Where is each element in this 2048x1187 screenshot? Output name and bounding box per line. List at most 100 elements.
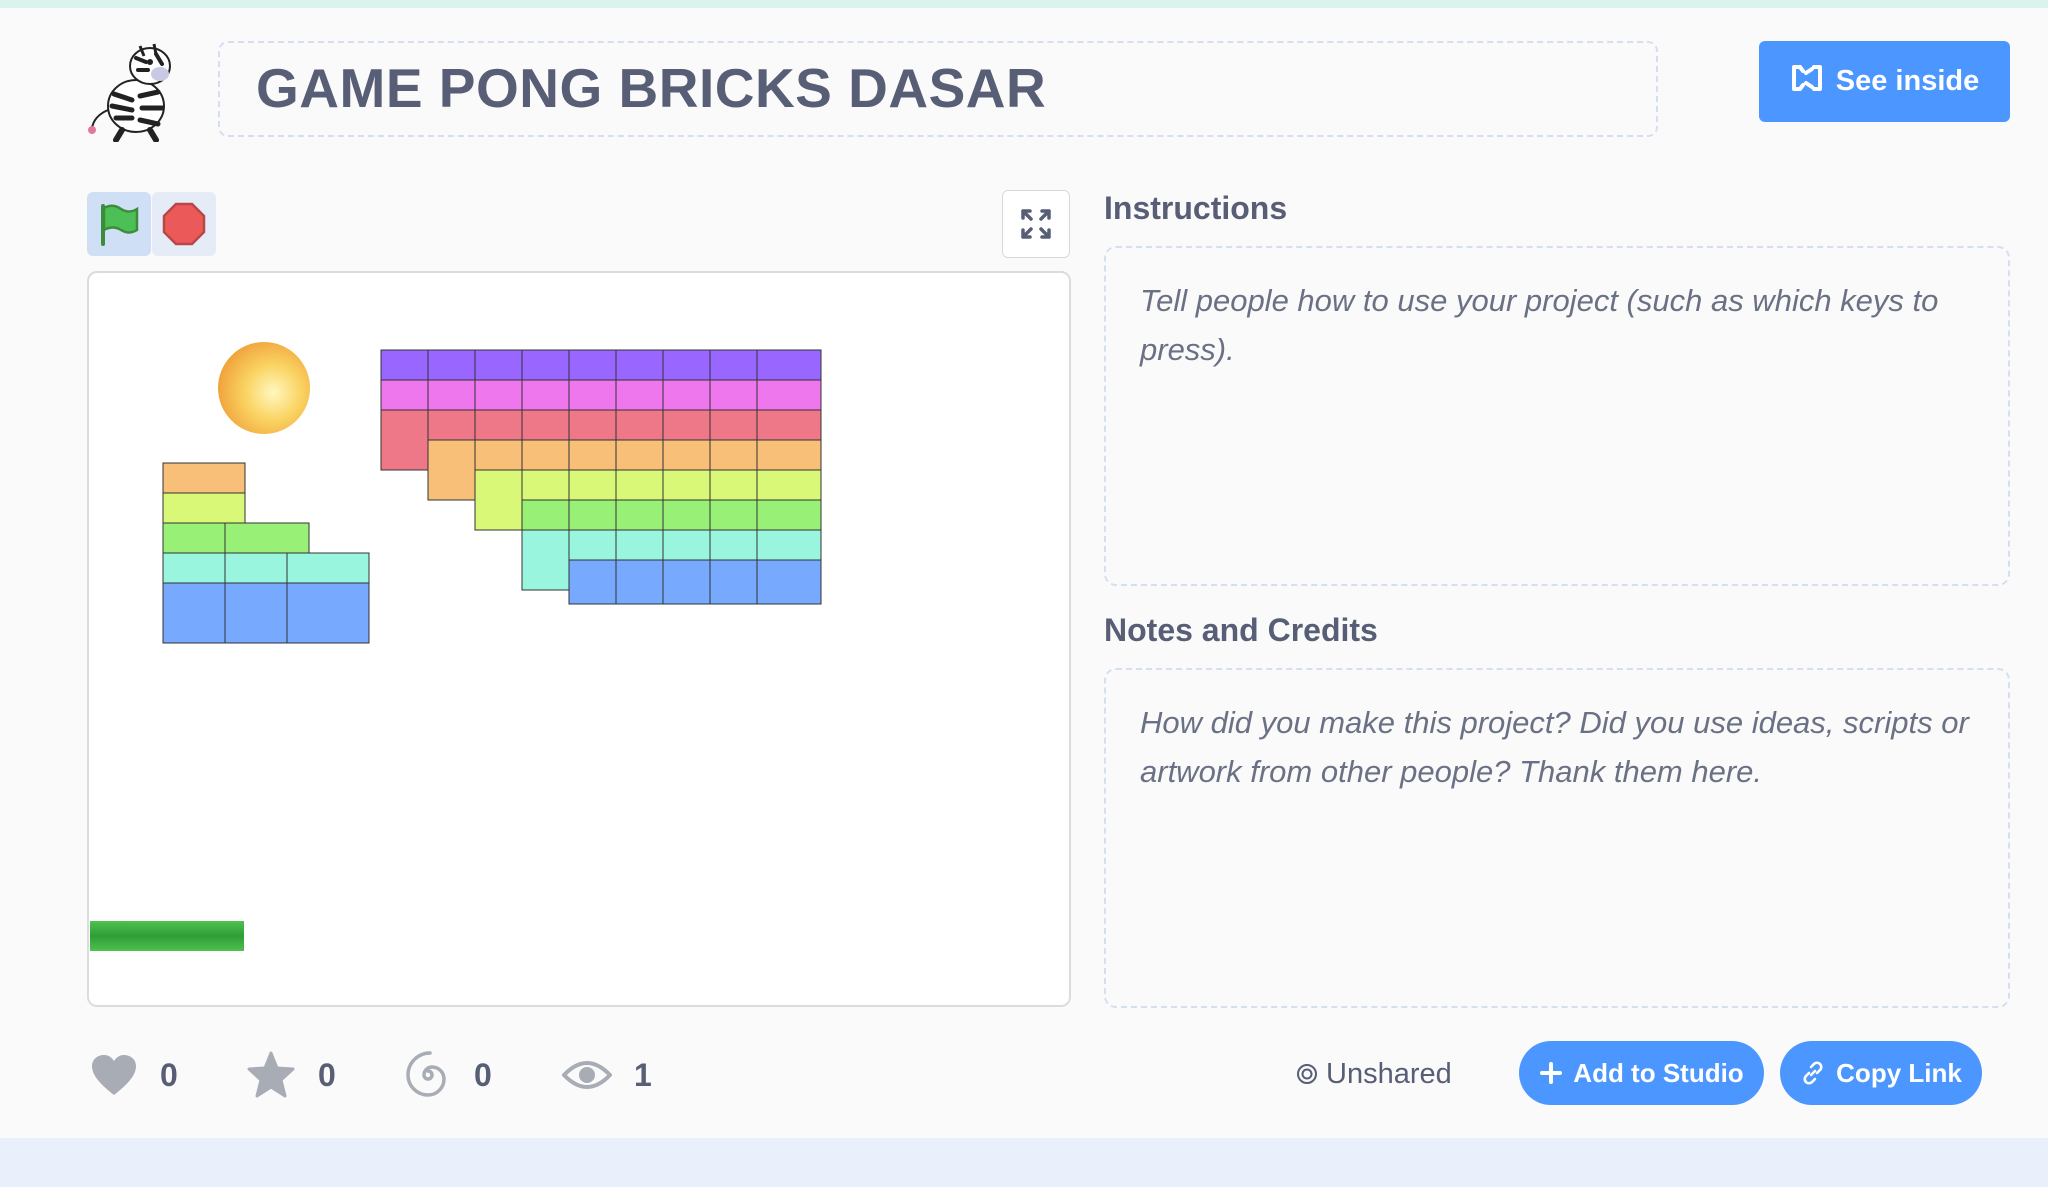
project-stage[interactable] (87, 271, 1071, 1007)
star-icon (247, 1051, 295, 1098)
brick (662, 439, 711, 471)
brick (756, 439, 822, 471)
brick (521, 349, 570, 381)
brick (709, 439, 758, 471)
views-count: 1 (634, 1056, 652, 1093)
brick (380, 379, 429, 411)
paddle-sprite (90, 921, 244, 951)
project-title: GAME PONG BRICKS DASAR (256, 57, 1047, 119)
brick (709, 559, 758, 605)
brick (427, 379, 476, 411)
brick (568, 529, 617, 561)
see-inside-icon (1790, 63, 1824, 101)
ball-sprite (218, 342, 310, 434)
views-stat: 1 (562, 1050, 652, 1100)
remixes-stat: 0 (404, 1050, 492, 1100)
remixes-count: 0 (474, 1056, 492, 1093)
notes-label: Notes and Credits (1104, 612, 1378, 648)
green-flag-icon[interactable] (87, 192, 151, 256)
brick (427, 409, 476, 441)
brick (756, 409, 822, 441)
brick (709, 499, 758, 531)
see-inside-button[interactable]: See inside (1759, 41, 2010, 122)
brick (380, 349, 429, 381)
brick (615, 499, 664, 531)
brick (756, 499, 822, 531)
brick (568, 379, 617, 411)
brick (709, 379, 758, 411)
share-status-label: Unshared (1326, 1057, 1452, 1090)
add-to-studio-label: Add to Studio (1573, 1057, 1744, 1088)
brick (662, 499, 711, 531)
brick (568, 349, 617, 381)
copy-link-button[interactable]: Copy Link (1780, 1041, 1982, 1105)
left-brick-cluster (162, 462, 370, 644)
brick (756, 379, 822, 411)
brick (662, 559, 711, 605)
plus-icon (1540, 1062, 1563, 1084)
brick (662, 409, 711, 441)
brick (568, 559, 617, 605)
fullscreen-icon[interactable] (1002, 190, 1070, 258)
share-status: Unshared (1296, 1052, 1452, 1096)
brick (662, 529, 711, 561)
brick (521, 409, 570, 441)
brick (568, 409, 617, 441)
brick (615, 409, 664, 441)
brick (474, 439, 523, 471)
brick (615, 349, 664, 381)
brick (709, 409, 758, 441)
brick (615, 529, 664, 561)
loves-stat[interactable]: 0 (90, 1050, 178, 1100)
brick (756, 349, 822, 381)
brick (380, 409, 429, 471)
brick (709, 529, 758, 561)
brick (568, 499, 617, 531)
brick (521, 469, 570, 501)
brick (756, 559, 822, 605)
loves-count: 0 (160, 1056, 178, 1093)
unshared-icon (1297, 1064, 1317, 1084)
stop-sign-icon[interactable] (152, 192, 216, 256)
instructions-placeholder: Tell people how to use your project (suc… (1140, 283, 1939, 367)
brick (521, 379, 570, 411)
brick (615, 439, 664, 471)
brick (756, 529, 822, 561)
brick (427, 349, 476, 381)
copy-link-label: Copy Link (1836, 1057, 1962, 1088)
brick (474, 349, 523, 381)
brick (756, 469, 822, 501)
remix-spiral-icon (406, 1051, 446, 1097)
brick (709, 349, 758, 381)
brick (662, 349, 711, 381)
see-inside-label: See inside (1835, 65, 1980, 97)
brick (474, 409, 523, 441)
top-accent-strip (0, 0, 2048, 8)
brick (615, 469, 664, 501)
brick-wall (380, 349, 822, 605)
brick (615, 559, 664, 605)
instructions-label: Instructions (1104, 190, 1288, 226)
brick (521, 499, 570, 531)
brick (615, 379, 664, 411)
brick (568, 439, 617, 471)
brick (568, 469, 617, 501)
zebra-avatar-icon[interactable] (84, 36, 190, 143)
favorites-stat[interactable]: 0 (246, 1050, 336, 1100)
brick (521, 439, 570, 471)
add-to-studio-button[interactable]: Add to Studio (1519, 1041, 1764, 1105)
brick (662, 469, 711, 501)
instructions-field[interactable]: Tell people how to use your project (suc… (1104, 246, 2010, 586)
favorites-count: 0 (318, 1056, 336, 1093)
brick (474, 379, 523, 411)
project-title-field[interactable]: GAME PONG BRICKS DASAR (218, 41, 1658, 137)
notes-placeholder: How did you make this project? Did you u… (1140, 705, 1969, 789)
brick (662, 379, 711, 411)
notes-field[interactable]: How did you make this project? Did you u… (1104, 668, 2010, 1008)
brick (521, 529, 570, 591)
brick (427, 439, 476, 501)
link-icon (1803, 1061, 1823, 1085)
brick (474, 469, 523, 531)
heart-icon (92, 1055, 136, 1095)
eye-icon (562, 1061, 612, 1089)
